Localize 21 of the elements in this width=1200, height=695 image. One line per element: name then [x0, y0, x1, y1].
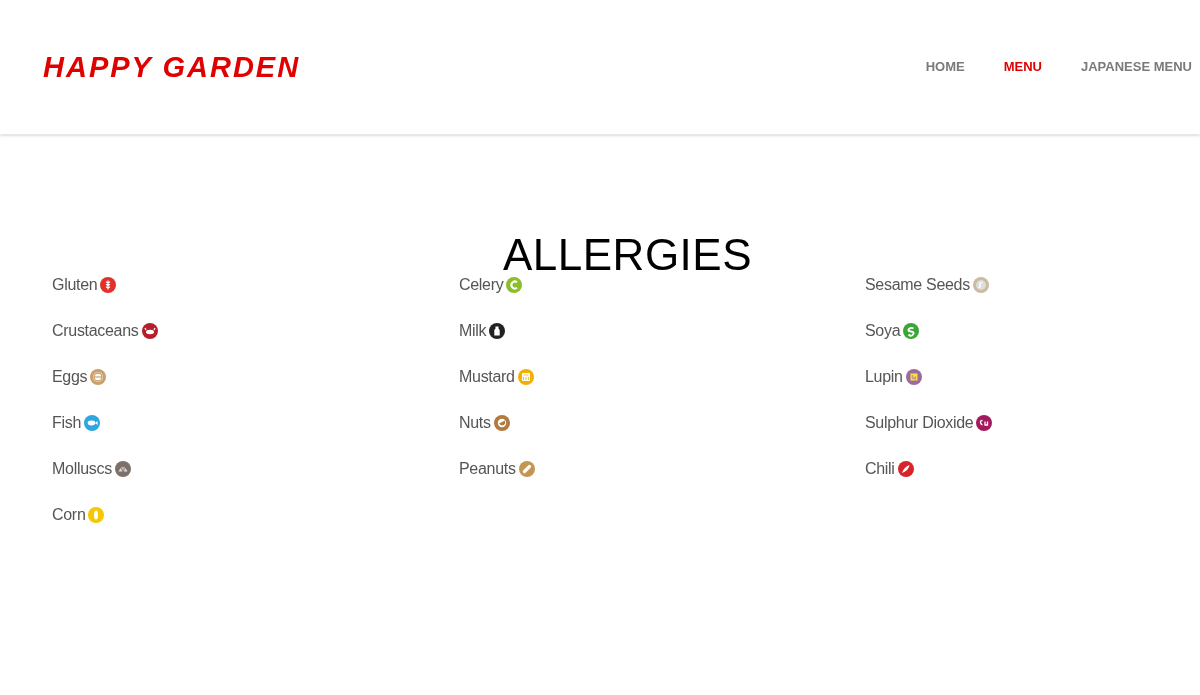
allergen-label: Fish: [52, 413, 82, 433]
allergen-label: Corn: [52, 505, 86, 525]
allergen-label: Crustaceans: [52, 321, 139, 341]
allergen-label: Molluscs: [52, 459, 112, 479]
allergen-label: Nuts: [459, 413, 491, 433]
nav-link[interactable]: JAPANESE MENU: [1081, 57, 1192, 77]
allergen-label: Gluten: [52, 275, 98, 295]
allergen-label: Lupin: [865, 367, 903, 387]
allergen-label: Eggs: [52, 367, 88, 387]
nav-link[interactable]: HOME: [925, 57, 965, 77]
logo[interactable]: HAPPY GARDEN: [43, 46, 301, 90]
page-heading: ALLERGIES: [502, 229, 754, 279]
allergen-label: Celery: [459, 275, 504, 295]
allergen-label: Mustard: [459, 367, 515, 387]
nav-link[interactable]: MENU: [1003, 57, 1042, 77]
allergen-label: Milk: [459, 321, 487, 341]
allergen-label: Peanuts: [459, 459, 516, 479]
allergen-label: Sesame Seeds: [865, 275, 970, 295]
allergen-label: Sulphur Dioxide: [865, 413, 974, 433]
allergen-label: Chili: [865, 459, 895, 479]
allergen-label: Soya: [865, 321, 901, 341]
